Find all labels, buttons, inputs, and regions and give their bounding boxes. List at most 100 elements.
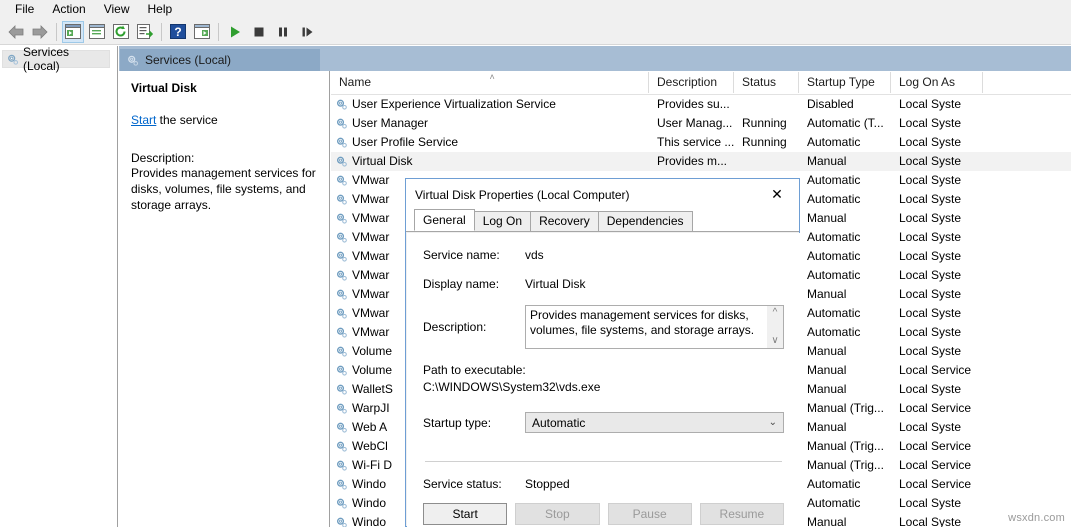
- service-name-text: VMwar: [352, 211, 390, 225]
- cell-log-on-as: Local Syste: [899, 420, 962, 434]
- field-service-name: Service name: vds: [423, 247, 784, 263]
- cell-log-on-as: Local Syste: [899, 268, 962, 282]
- dialog-title-text: Virtual Disk Properties (Local Computer): [415, 187, 630, 202]
- service-gear-icon: [336, 118, 347, 129]
- toolbar-separator: [56, 22, 57, 41]
- service-gear-icon: [336, 251, 347, 262]
- cell-name: Virtual Disk: [331, 152, 649, 171]
- refresh-icon[interactable]: [110, 21, 132, 43]
- service-gear-icon: [336, 384, 347, 395]
- startup-type-label: Startup type:: [423, 415, 492, 430]
- services-gear-icon: [8, 54, 19, 65]
- service-gear-icon: [336, 441, 347, 452]
- menu-help[interactable]: Help: [139, 1, 182, 19]
- help-icon[interactable]: ?: [167, 21, 189, 43]
- service-gear-icon: [336, 498, 347, 509]
- description-scrollbar[interactable]: ^ ∨: [766, 306, 783, 348]
- field-description: Description: Provides management service…: [423, 305, 784, 349]
- cell-description: Provides m...: [657, 154, 728, 168]
- startup-type-select[interactable]: Automatic ⌄: [525, 412, 784, 433]
- table-row[interactable]: User Profile Service This service ... Runn…: [331, 133, 1071, 152]
- show-hide-action-pane-icon[interactable]: [191, 21, 213, 43]
- service-gear-icon: [336, 270, 347, 281]
- start-service-link[interactable]: Start: [131, 113, 156, 127]
- tab-general[interactable]: General: [414, 209, 475, 231]
- service-name-text: Web A: [352, 420, 388, 434]
- cell-log-on-as: Local Syste: [899, 135, 962, 149]
- table-row[interactable]: User Manager User Manag... Running Automati…: [331, 114, 1071, 133]
- column-header-description[interactable]: Description: [649, 72, 734, 93]
- service-name-label: Service name:: [423, 248, 500, 262]
- tree-node-services-local[interactable]: Services (Local): [2, 45, 110, 73]
- service-name-text: VMwar: [352, 306, 390, 320]
- menu-view[interactable]: View: [95, 1, 139, 19]
- service-name-text: User Profile Service: [352, 135, 459, 149]
- column-header-log-on-as[interactable]: Log On As: [891, 72, 983, 93]
- column-header-name[interactable]: Name ˄: [331, 72, 649, 93]
- tab-log-on[interactable]: Log On: [473, 211, 532, 231]
- cell-log-on-as: Local Service: [899, 477, 972, 491]
- toolbar: ?: [0, 19, 1071, 45]
- service-name-text: WarpJI: [352, 401, 390, 415]
- cell-name: User Experience Virtualization Service: [331, 95, 649, 114]
- cell-startup-type: Automatic: [807, 325, 861, 339]
- service-name-text: Wi-Fi D: [352, 458, 392, 472]
- cell-log-on-as: Local Service: [899, 439, 972, 453]
- cell-log-on-as: Local Syste: [899, 515, 962, 527]
- service-gear-icon: [336, 175, 347, 186]
- scroll-up-icon[interactable]: ^: [773, 306, 778, 320]
- cell-startup-type: Manual: [807, 363, 847, 377]
- tab-recovery[interactable]: Recovery: [530, 211, 599, 231]
- results-pane-tab[interactable]: Services (Local): [120, 49, 320, 71]
- description-textarea[interactable]: Provides management services for disks, …: [525, 305, 784, 349]
- table-row[interactable]: Virtual Disk Provides m... Manual Local Sys…: [331, 152, 1071, 171]
- table-row[interactable]: User Experience Virtualization Service Pr…: [331, 95, 1071, 114]
- forward-arrow-icon[interactable]: [29, 21, 51, 43]
- path-to-executable-block: Path to executable: C:\WINDOWS\System32\…: [423, 362, 784, 396]
- tab-dependencies[interactable]: Dependencies: [597, 211, 693, 231]
- service-name-text: User Manager: [352, 116, 429, 130]
- cell-log-on-as: Local Service: [899, 401, 972, 415]
- service-gear-icon: [336, 213, 347, 224]
- cell-startup-type: Manual: [807, 515, 847, 527]
- details-description-text: Provides management services for disks, …: [131, 166, 316, 212]
- details-action-line: Start the service: [131, 113, 317, 127]
- service-gear-icon: [336, 517, 347, 527]
- service-gear-icon: [336, 137, 347, 148]
- details-action-suffix: the service: [156, 113, 218, 127]
- show-hide-console-tree-icon[interactable]: [62, 20, 84, 43]
- service-name-text: Volume: [352, 344, 393, 358]
- stop-service-icon[interactable]: [248, 21, 270, 43]
- back-arrow-icon[interactable]: [5, 21, 27, 43]
- cell-log-on-as: Local Syste: [899, 192, 962, 206]
- scroll-down-icon[interactable]: ∨: [771, 334, 778, 348]
- details-service-title: Virtual Disk: [131, 81, 197, 95]
- cell-startup-type: Disabled: [807, 97, 854, 111]
- services-gear-icon: [128, 55, 139, 66]
- cell-description: Provides su...: [657, 97, 730, 111]
- column-header-startup-type[interactable]: Startup Type: [799, 72, 891, 93]
- display-name-label: Display name:: [423, 277, 500, 291]
- service-gear-icon: [336, 99, 347, 110]
- dialog-divider: [425, 461, 782, 462]
- service-gear-icon: [336, 232, 347, 243]
- service-gear-icon: [336, 156, 347, 167]
- menu-file[interactable]: File: [6, 1, 43, 19]
- field-startup-type: Startup type: Automatic ⌄: [423, 412, 784, 433]
- restart-service-icon[interactable]: [296, 21, 318, 43]
- menu-action[interactable]: Action: [43, 1, 94, 19]
- column-header-status[interactable]: Status: [734, 72, 799, 93]
- export-list-icon[interactable]: [134, 21, 156, 43]
- display-name-value: Virtual Disk: [525, 277, 586, 291]
- close-icon[interactable]: ✕: [755, 179, 799, 209]
- start-service-icon[interactable]: [224, 21, 246, 43]
- description-label: Description:: [423, 320, 487, 334]
- service-control-buttons: Start Stop Pause Resume: [423, 503, 784, 525]
- services-mmc-window: File Action View Help ? Services (Local)…: [0, 0, 1071, 527]
- service-gear-icon: [336, 327, 347, 338]
- pause-service-icon[interactable]: [272, 21, 294, 43]
- start-button[interactable]: Start: [423, 503, 508, 525]
- service-gear-icon: [336, 308, 347, 319]
- properties-icon[interactable]: [86, 21, 108, 43]
- description-textarea-value: Provides management services for disks, …: [530, 308, 755, 337]
